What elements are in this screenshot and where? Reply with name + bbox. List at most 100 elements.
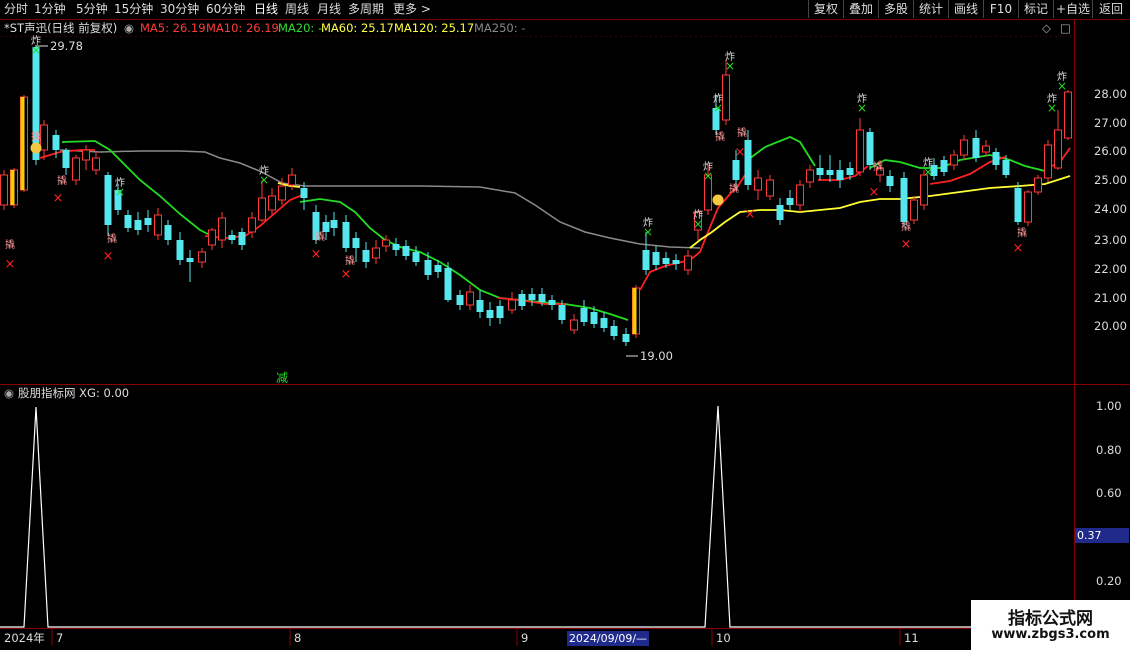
candle-body bbox=[580, 308, 588, 322]
candle-body bbox=[104, 175, 112, 225]
sell-signal-label: 撬 bbox=[57, 174, 67, 187]
candle-body bbox=[434, 265, 442, 272]
buy-signal-cross: × bbox=[713, 101, 723, 115]
candle-body bbox=[558, 305, 566, 320]
indicator-tick: 1.00 bbox=[1096, 399, 1122, 413]
candle-body bbox=[424, 260, 432, 275]
candle-body bbox=[570, 319, 578, 331]
buy-signal-cross: × bbox=[1047, 101, 1057, 115]
watermark-title: 指标公式网 bbox=[1008, 609, 1093, 629]
year-label: 2024年 bbox=[4, 631, 45, 645]
candle-body bbox=[528, 294, 536, 300]
candle-body bbox=[218, 217, 226, 241]
candle-body bbox=[662, 258, 670, 264]
candle-body bbox=[548, 300, 556, 305]
candle-body bbox=[642, 250, 650, 270]
sell-signal-label: 撬 bbox=[729, 182, 739, 195]
candle-body bbox=[992, 152, 1000, 165]
signal-marks: 炸×炸×炸×炸×炸×炸×炸×炸×炸×炸×炸×炸×撬撬撬撬 撬撬撬撬撬撬撬撬××× ×… bbox=[5, 35, 1067, 282]
kline-chart[interactable]: 28.00 27.00 26.00 25.00 24.00 23.00 22.0… bbox=[0, 0, 1130, 650]
sell-cross-mark: × bbox=[901, 237, 912, 252]
candle-body bbox=[1002, 160, 1010, 175]
sell-cross-mark: × bbox=[53, 191, 64, 206]
candle-body bbox=[600, 318, 608, 328]
xg-indicator-line bbox=[0, 405, 1074, 628]
sell-signal-label: 撬 bbox=[873, 160, 883, 173]
sell-signal-label: 撬 bbox=[345, 254, 355, 267]
sell-cross-mark: × bbox=[103, 249, 114, 264]
candle-body bbox=[268, 195, 276, 211]
candle-body bbox=[1034, 177, 1042, 193]
candle-body bbox=[1054, 129, 1062, 169]
buy-signal-cross: × bbox=[703, 169, 713, 183]
candle-body bbox=[134, 220, 142, 230]
candle-body bbox=[342, 222, 350, 248]
sell-signal-label: 撬 bbox=[5, 238, 15, 251]
candle-body bbox=[766, 179, 774, 197]
candle-body bbox=[330, 220, 338, 228]
candle-body bbox=[652, 252, 660, 265]
candle-body bbox=[856, 129, 864, 173]
sell-cross-mark: × bbox=[745, 207, 756, 222]
buy-signal-cross: × bbox=[643, 225, 653, 239]
candle-body bbox=[392, 244, 400, 250]
candle-body bbox=[940, 160, 948, 172]
candle-body bbox=[176, 240, 184, 260]
month-label: 11 bbox=[904, 631, 919, 645]
candle-body bbox=[124, 215, 132, 228]
candle-body bbox=[248, 217, 256, 233]
candle-body bbox=[40, 124, 48, 151]
watermark-url: www.zbgs3.com bbox=[991, 627, 1110, 642]
month-label: 10 bbox=[716, 631, 731, 645]
watermark-logo: 指标公式网 www.zbgs3.com bbox=[971, 600, 1130, 650]
candle-body bbox=[144, 218, 152, 225]
candle-body bbox=[796, 184, 804, 206]
price-tick: 27.00 bbox=[1094, 116, 1127, 130]
candle-body bbox=[846, 168, 854, 175]
candle-body bbox=[496, 306, 504, 318]
price-tick: 23.00 bbox=[1094, 233, 1127, 247]
candle-body bbox=[198, 251, 206, 263]
candle-body bbox=[826, 170, 834, 175]
candle-body bbox=[382, 239, 390, 247]
buy-signal-cross: × bbox=[115, 185, 125, 199]
candle-body bbox=[754, 177, 762, 191]
price-tick: 20.00 bbox=[1094, 319, 1127, 333]
candle-body bbox=[816, 168, 824, 175]
candle-body bbox=[508, 299, 516, 311]
candle-body bbox=[402, 246, 410, 256]
candle-body bbox=[352, 238, 360, 248]
candle-body bbox=[786, 198, 794, 205]
candle-body bbox=[52, 135, 60, 150]
sell-cross-mark: × bbox=[341, 267, 352, 282]
candle-body bbox=[1044, 144, 1052, 179]
sell-signal-label: 撬 bbox=[737, 126, 747, 139]
candle-body bbox=[362, 250, 370, 262]
price-tick: 25.00 bbox=[1094, 173, 1127, 187]
candle-body bbox=[322, 222, 330, 232]
sell-signal-label: 撬 bbox=[107, 232, 117, 245]
buy-signal-cross: × bbox=[259, 173, 269, 187]
candle-body bbox=[910, 199, 918, 221]
highlight-candle bbox=[10, 170, 15, 205]
ma20-line-3 bbox=[744, 136, 816, 167]
candle-body bbox=[164, 225, 172, 240]
candle-body bbox=[258, 197, 266, 221]
candle-body bbox=[610, 326, 618, 336]
sell-cross-mark: × bbox=[1013, 241, 1024, 256]
indicator-tick: 0.20 bbox=[1096, 574, 1122, 588]
buy-signal-cross: × bbox=[725, 59, 735, 73]
sell-cross-mark: × bbox=[311, 247, 322, 262]
candle-body bbox=[972, 138, 980, 158]
candle-body bbox=[982, 145, 990, 153]
price-axis: 28.00 27.00 26.00 25.00 24.00 23.00 22.0… bbox=[1094, 87, 1127, 333]
candle-body bbox=[62, 150, 70, 168]
candle-body bbox=[866, 132, 874, 165]
candle-body bbox=[900, 178, 908, 222]
candle-body bbox=[208, 229, 216, 246]
indicator-tick: 0.80 bbox=[1096, 443, 1122, 457]
candle-body bbox=[776, 205, 784, 220]
candle-body bbox=[732, 160, 740, 180]
sell-signal-label: 撬 bbox=[315, 230, 325, 243]
candle-body bbox=[920, 174, 928, 206]
